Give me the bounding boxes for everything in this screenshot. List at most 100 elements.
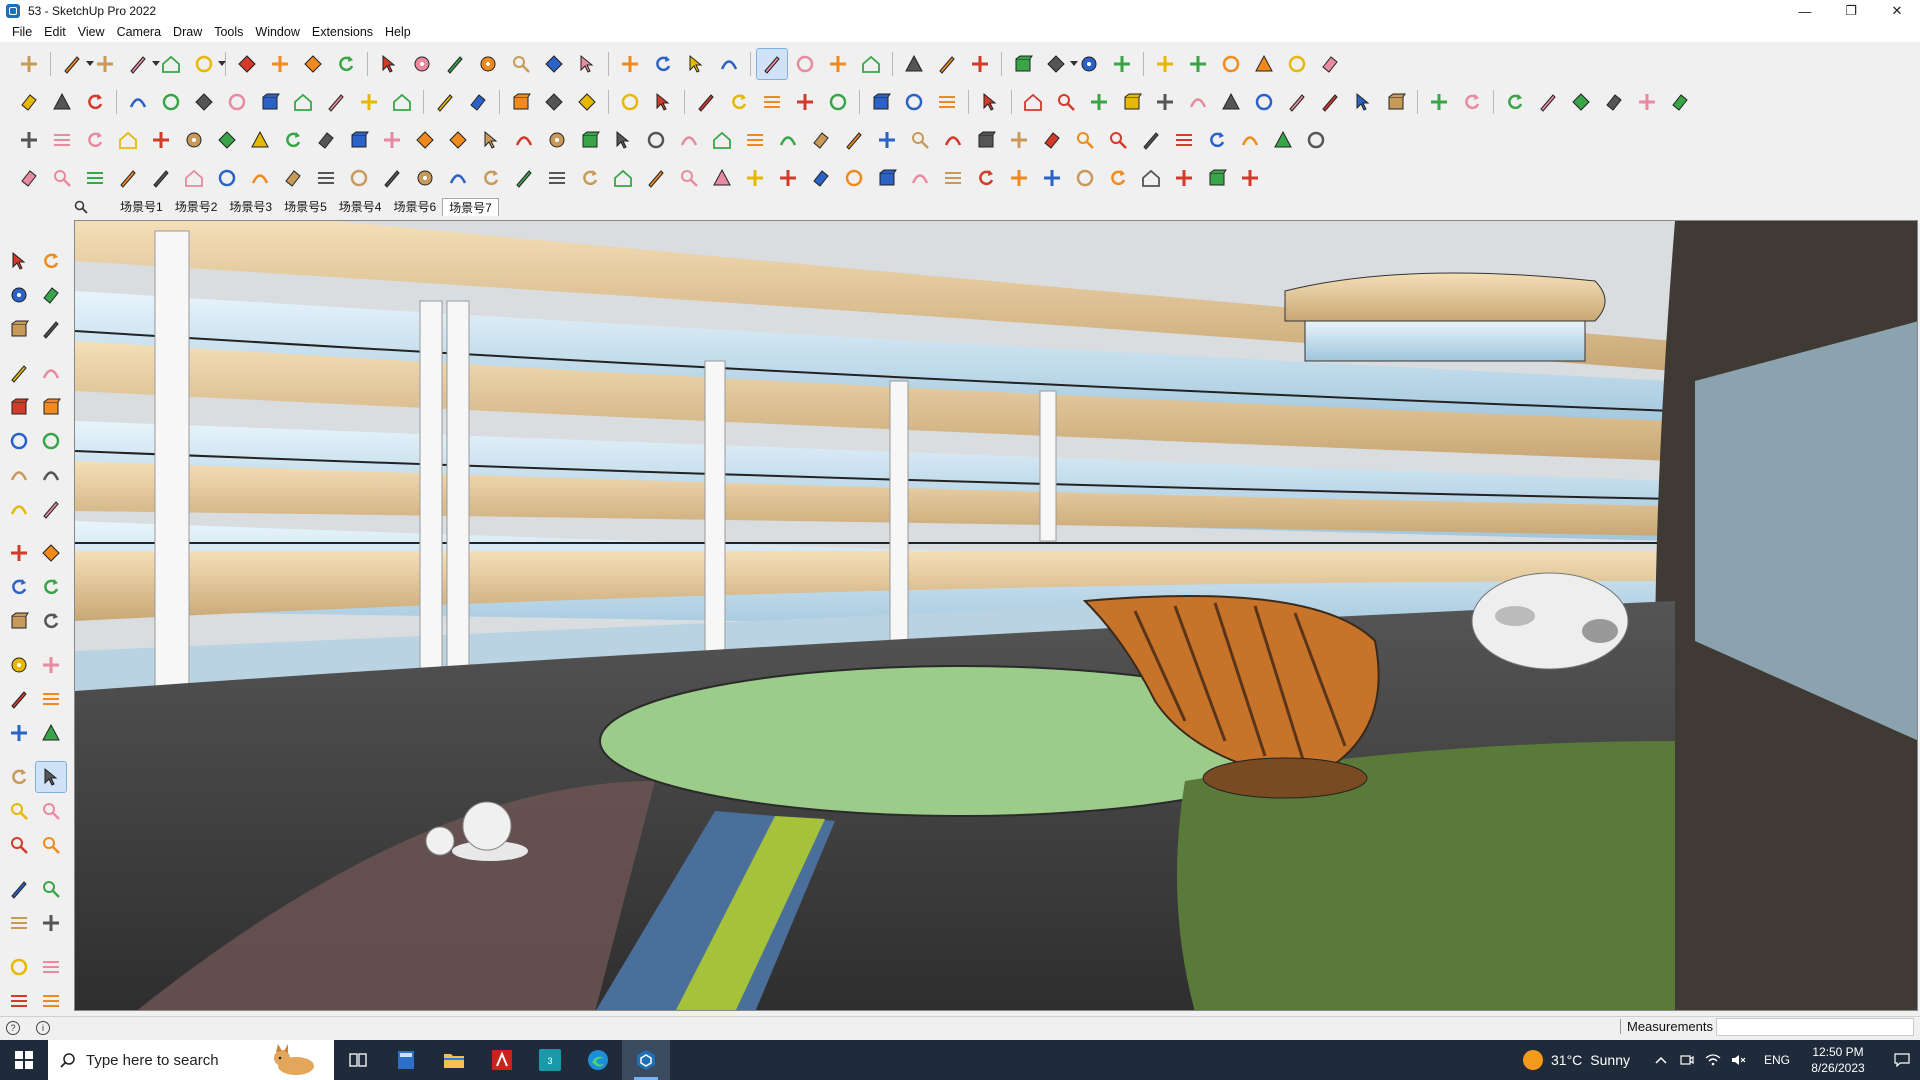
plus-icon[interactable]: [36, 650, 66, 680]
rot-icon[interactable]: [36, 246, 66, 276]
mag-icon[interactable]: [1051, 87, 1081, 117]
scene-tab-6[interactable]: 场景号6: [387, 198, 442, 216]
chevron-up-icon[interactable]: [1651, 1040, 1671, 1080]
pencil-icon[interactable]: [839, 125, 869, 155]
house-icon[interactable]: [156, 49, 186, 79]
plus-icon[interactable]: [1424, 87, 1454, 117]
menu-edit[interactable]: Edit: [38, 25, 72, 39]
lines-icon[interactable]: [1169, 125, 1199, 155]
eraser-icon[interactable]: [1315, 49, 1345, 79]
mag-icon[interactable]: [1070, 125, 1100, 155]
minimize-button[interactable]: —: [1782, 0, 1828, 22]
mag-icon[interactable]: [4, 830, 34, 860]
diamond-icon[interactable]: [572, 87, 602, 117]
arrow-icon[interactable]: [572, 49, 602, 79]
plus-icon[interactable]: [14, 49, 44, 79]
scene-tab-2[interactable]: 场景号2: [169, 198, 224, 216]
pencil-icon[interactable]: [1315, 87, 1345, 117]
lines-icon[interactable]: [4, 908, 34, 938]
circle-icon[interactable]: [212, 163, 242, 193]
circle-icon[interactable]: [1301, 125, 1331, 155]
circle-icon[interactable]: [36, 426, 66, 456]
pencil-icon[interactable]: [1136, 125, 1166, 155]
arc-icon[interactable]: [4, 494, 34, 524]
circle-icon[interactable]: [839, 163, 869, 193]
tape-icon[interactable]: [473, 49, 503, 79]
circle-icon[interactable]: [156, 87, 186, 117]
house-icon[interactable]: [1018, 87, 1048, 117]
menu-camera[interactable]: Camera: [111, 25, 167, 39]
menu-extensions[interactable]: Extensions: [306, 25, 379, 39]
pencil-icon[interactable]: [4, 874, 34, 904]
plus-icon[interactable]: [1632, 87, 1662, 117]
arrow-icon[interactable]: [374, 49, 404, 79]
pencil-icon[interactable]: [691, 87, 721, 117]
tape-icon[interactable]: [410, 163, 440, 193]
arrow-icon[interactable]: [476, 125, 506, 155]
mag-icon[interactable]: [36, 796, 66, 826]
box-icon[interactable]: [1202, 163, 1232, 193]
house-icon[interactable]: [179, 163, 209, 193]
tri-icon[interactable]: [1249, 49, 1279, 79]
model-viewport[interactable]: [74, 220, 1918, 1011]
pencil-icon[interactable]: [57, 49, 94, 79]
weather-widget[interactable]: 31°C Sunny: [1523, 1050, 1630, 1070]
scene-tab-4[interactable]: 场景号4: [333, 198, 388, 216]
arrow-icon[interactable]: [975, 87, 1005, 117]
rot-icon[interactable]: [80, 125, 110, 155]
rot-icon[interactable]: [4, 762, 34, 792]
pencil-icon[interactable]: [123, 49, 160, 79]
plus-icon[interactable]: [1004, 125, 1034, 155]
tri-icon[interactable]: [707, 163, 737, 193]
rot-icon[interactable]: [1457, 87, 1487, 117]
start-button[interactable]: [0, 1040, 48, 1080]
rot-icon[interactable]: [724, 87, 754, 117]
eraser-icon[interactable]: [1665, 87, 1695, 117]
circle-icon[interactable]: [344, 163, 374, 193]
plus-icon[interactable]: [1150, 87, 1180, 117]
plus-icon[interactable]: [773, 163, 803, 193]
scene-tab-7[interactable]: 场景号7: [442, 198, 499, 216]
plus-icon[interactable]: [146, 125, 176, 155]
rot-icon[interactable]: [648, 49, 678, 79]
diamond-icon[interactable]: [232, 49, 262, 79]
rot-icon[interactable]: [1103, 163, 1133, 193]
arc-icon[interactable]: [1235, 125, 1265, 155]
arc-icon[interactable]: [36, 460, 66, 490]
arc-icon[interactable]: [123, 87, 153, 117]
house-icon[interactable]: [1136, 163, 1166, 193]
arc-icon[interactable]: [1183, 87, 1213, 117]
plus-icon[interactable]: [1150, 49, 1180, 79]
arrow-icon[interactable]: [35, 761, 67, 793]
rot-icon[interactable]: [4, 572, 34, 602]
tape-icon[interactable]: [4, 280, 34, 310]
circle-icon[interactable]: [189, 49, 226, 79]
rot-icon[interactable]: [476, 163, 506, 193]
scene-tab-3[interactable]: 场景号3: [223, 198, 278, 216]
box-icon[interactable]: [4, 606, 34, 636]
menu-window[interactable]: Window: [249, 25, 305, 39]
rot-icon[interactable]: [1202, 125, 1232, 155]
mag-icon[interactable]: [36, 830, 66, 860]
pencil-icon[interactable]: [1533, 87, 1563, 117]
circle-icon[interactable]: [1070, 163, 1100, 193]
info-icon[interactable]: i: [36, 1020, 50, 1035]
box-icon[interactable]: [866, 87, 896, 117]
plus-icon[interactable]: [4, 538, 34, 568]
3dsmax-icon[interactable]: 3: [526, 1040, 574, 1080]
arrow-icon[interactable]: [681, 49, 711, 79]
eraser-icon[interactable]: [463, 87, 493, 117]
arc-icon[interactable]: [4, 460, 34, 490]
lines-icon[interactable]: [47, 125, 77, 155]
house-icon[interactable]: [387, 87, 417, 117]
house-icon[interactable]: [856, 49, 886, 79]
menu-file[interactable]: File: [6, 25, 38, 39]
maximize-button[interactable]: ❐: [1828, 0, 1874, 22]
plus-icon[interactable]: [1235, 163, 1265, 193]
tape-icon[interactable]: [4, 650, 34, 680]
pencil-icon[interactable]: [756, 48, 788, 80]
rot-icon[interactable]: [278, 125, 308, 155]
box-icon[interactable]: [1008, 49, 1038, 79]
mag-icon[interactable]: [4, 796, 34, 826]
plus-icon[interactable]: [1004, 163, 1034, 193]
